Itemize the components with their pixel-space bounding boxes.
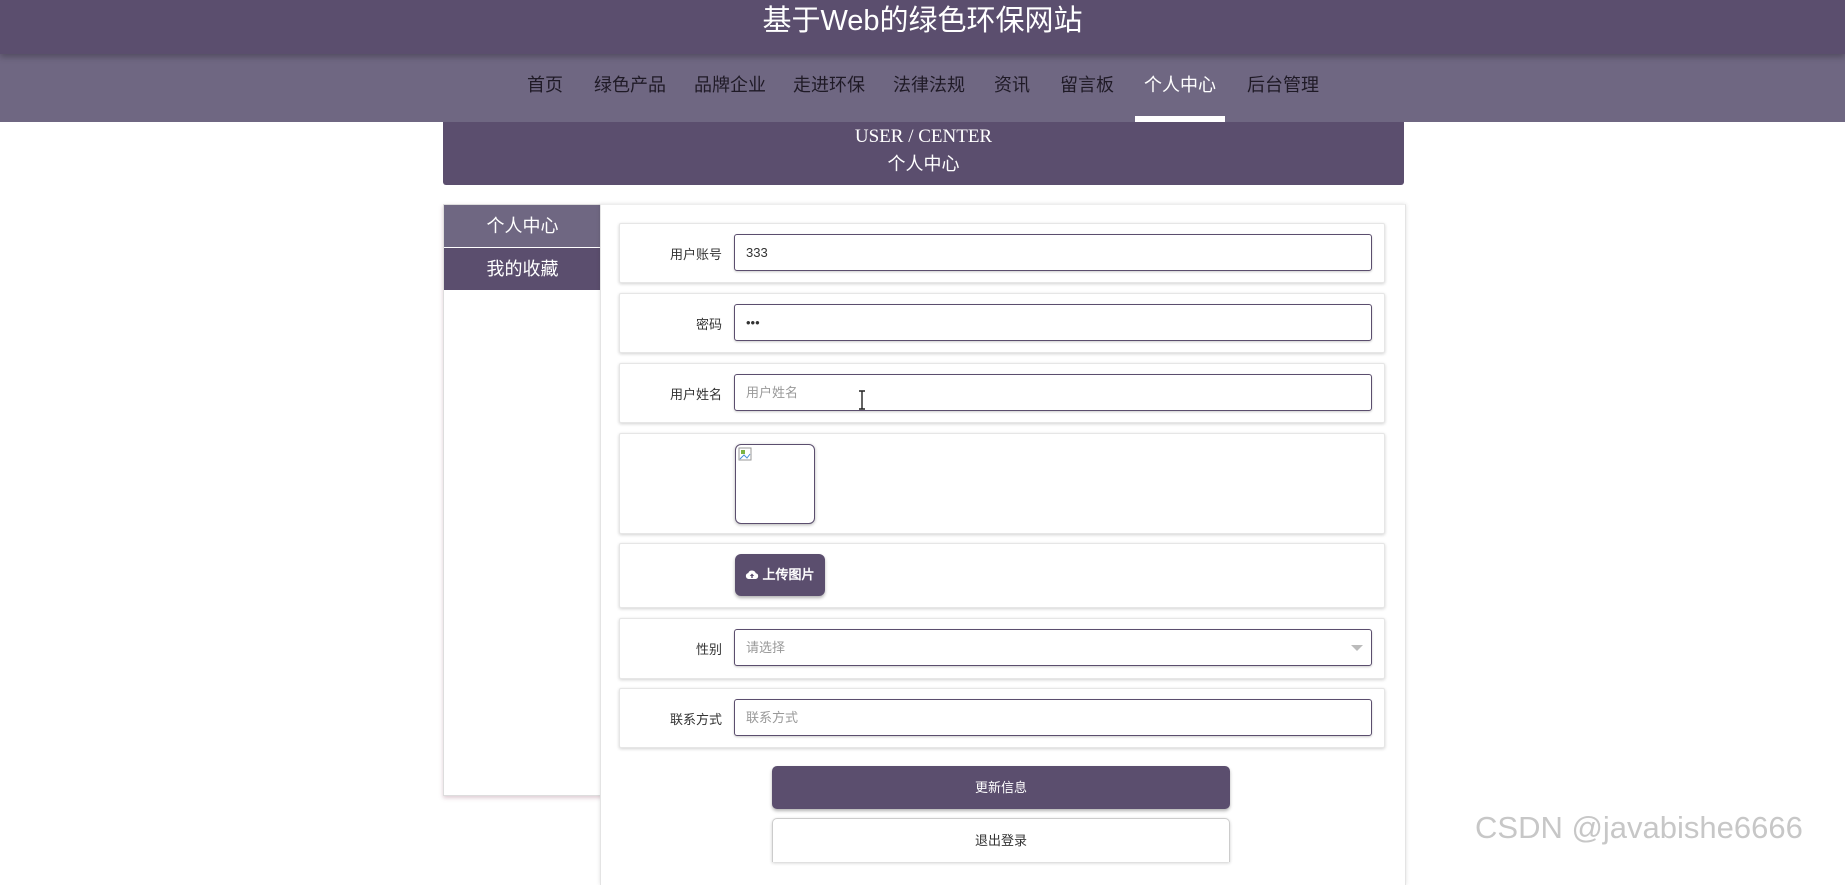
banner-title-cn: 个人中心	[887, 154, 960, 174]
nav-item-admin[interactable]: 后台管理	[1243, 54, 1323, 122]
watermark: CSDN @javabishe6666	[1475, 810, 1803, 845]
main-nav: 首页 绿色产品 品牌企业 走进环保 法律法规 资讯 留言板 个人中心 后台管理	[0, 54, 1845, 122]
logout-button[interactable]: 退出登录	[772, 818, 1230, 862]
password-label: 密码	[695, 317, 722, 332]
form-row-password: 密码 •••	[619, 293, 1385, 353]
text-cursor-icon	[859, 390, 865, 410]
gender-select[interactable]: 请选择	[734, 629, 1372, 666]
password-input[interactable]: •••	[734, 304, 1372, 341]
form-row-contact: 联系方式 联系方式	[619, 688, 1385, 748]
gender-select-value: 请选择	[746, 640, 786, 655]
nav-item-green-products[interactable]: 绿色产品	[590, 54, 670, 122]
banner-title-en: USER / CENTER	[854, 126, 993, 147]
form-row-gender: 性别 请选择	[619, 618, 1385, 679]
nav-item-news[interactable]: 资讯	[988, 54, 1036, 122]
nav-item-user-center[interactable]: 个人中心	[1135, 54, 1225, 122]
site-header: 基于Web的绿色环保网站	[0, 0, 1845, 54]
site-title: 基于Web的绿色环保网站	[762, 5, 1083, 37]
form-row-avatar	[619, 433, 1385, 534]
upload-button-label: 上传图片	[762, 567, 815, 582]
nav-item-laws[interactable]: 法律法规	[889, 54, 969, 122]
chevron-down-icon	[1351, 645, 1363, 651]
update-info-button[interactable]: 更新信息	[772, 766, 1230, 809]
contact-label: 联系方式	[669, 712, 722, 727]
name-input[interactable]: 用户姓名	[734, 374, 1372, 411]
name-label: 用户姓名	[669, 387, 722, 402]
nav-item-home[interactable]: 首页	[522, 54, 568, 122]
broken-image-icon	[738, 447, 752, 461]
upload-image-button[interactable]: 上传图片	[735, 554, 825, 596]
sidebar-item-favorites[interactable]: 我的收藏	[444, 248, 601, 290]
cloud-upload-icon	[746, 570, 759, 579]
account-label: 用户账号	[669, 247, 722, 262]
nav-item-brand-companies[interactable]: 品牌企业	[690, 54, 770, 122]
nav-item-about-environment[interactable]: 走进环保	[789, 54, 869, 122]
contact-input[interactable]: 联系方式	[734, 699, 1372, 736]
form-row-upload: 上传图片	[619, 543, 1385, 608]
nav-item-message-board[interactable]: 留言板	[1056, 54, 1118, 122]
sidebar: 个人中心 我的收藏	[443, 204, 602, 796]
account-input[interactable]: 333	[734, 234, 1372, 271]
gender-label: 性别	[695, 642, 722, 657]
avatar-preview	[735, 444, 815, 524]
page-banner: USER / CENTER 个人中心	[443, 122, 1404, 185]
form-row-account: 用户账号 333	[619, 223, 1385, 283]
sidebar-item-user-center[interactable]: 个人中心	[444, 205, 601, 247]
form-row-name: 用户姓名 用户姓名	[619, 363, 1385, 423]
